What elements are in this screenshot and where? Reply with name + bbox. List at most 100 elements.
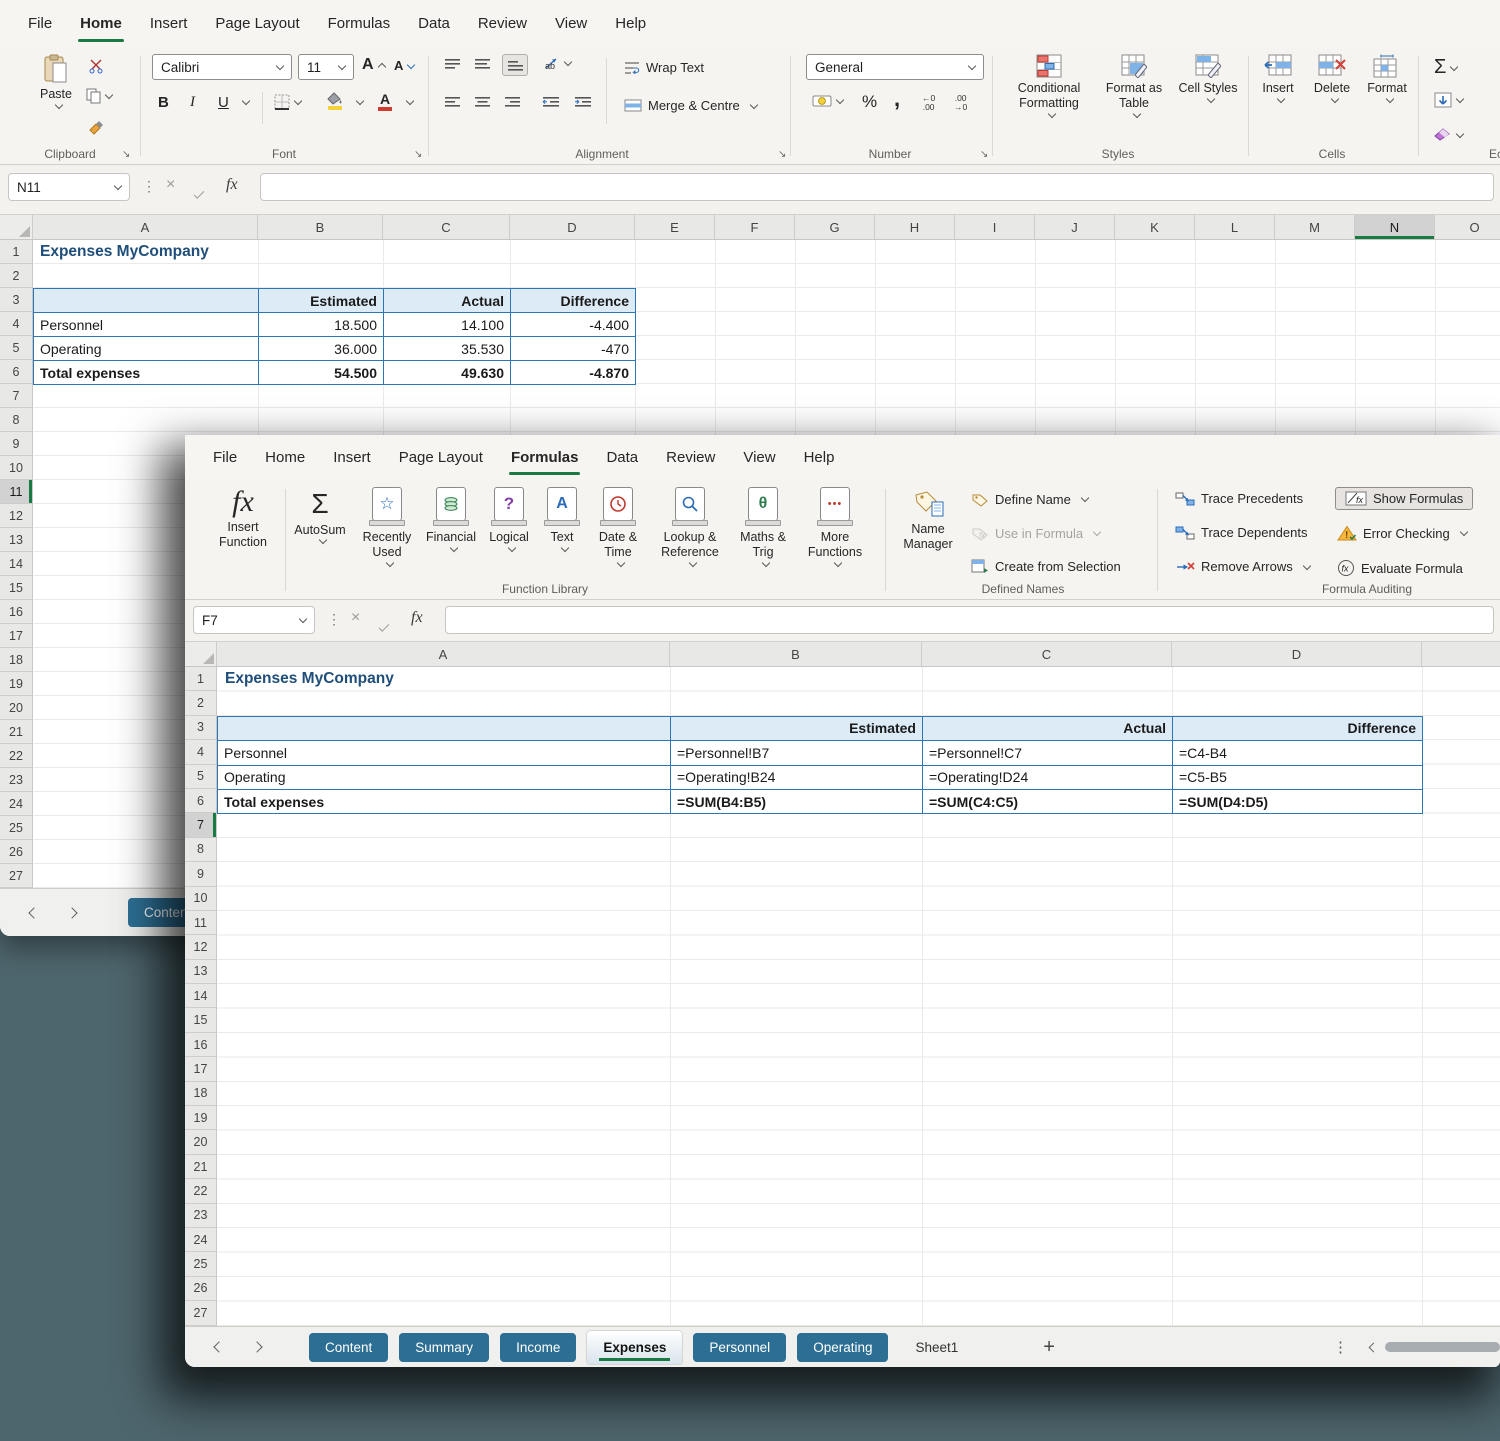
row-header-14[interactable]: 14	[185, 984, 217, 1008]
table-cell[interactable]: Operating	[218, 766, 671, 790]
previous-sheet-arrow[interactable]	[28, 907, 39, 918]
row-header-4[interactable]: 4	[0, 312, 33, 336]
table-cell[interactable]: 36.000	[259, 337, 384, 361]
trace-precedents-button[interactable]: Trace Precedents	[1175, 491, 1303, 506]
row-header-19[interactable]: 19	[0, 672, 33, 696]
font-name-combo[interactable]: Calibri	[152, 54, 292, 80]
bg-menu-help[interactable]: Help	[601, 0, 660, 46]
font-size-combo[interactable]: 11	[298, 54, 354, 80]
sheet-tab-summary[interactable]: Summary	[399, 1333, 489, 1362]
row-header-12[interactable]: 12	[185, 935, 217, 959]
column-header-G[interactable]: G	[795, 215, 875, 239]
fg-grid[interactable]: 1234567891011121314151617181920212223242…	[185, 667, 1500, 1326]
table-header-estimated[interactable]: Estimated	[671, 717, 923, 741]
new-sheet-button[interactable]: +	[1043, 1336, 1055, 1359]
row-header-22[interactable]: 22	[185, 1179, 217, 1203]
row-header-23[interactable]: 23	[185, 1204, 217, 1228]
row-header-8[interactable]: 8	[0, 408, 33, 432]
accounting-format-button[interactable]	[812, 94, 843, 108]
row-header-21[interactable]: 21	[0, 720, 33, 744]
align-bottom-button[interactable]	[502, 54, 528, 76]
bg-menu-page-layout[interactable]: Page Layout	[201, 0, 313, 46]
bg-menu-insert[interactable]: Insert	[136, 0, 202, 46]
row-header-10[interactable]: 10	[185, 887, 217, 911]
row-header-13[interactable]: 13	[185, 960, 217, 984]
row-header-6[interactable]: 6	[0, 360, 33, 384]
fill-color-chevron[interactable]	[352, 98, 363, 106]
bg-name-box[interactable]: N11	[8, 173, 130, 201]
column-header-H[interactable]: H	[875, 215, 955, 239]
row-header-8[interactable]: 8	[185, 838, 217, 862]
row-header-16[interactable]: 16	[0, 600, 33, 624]
comma-style-button[interactable]: ,	[894, 86, 900, 112]
sheet-tab-personnel[interactable]: Personnel	[693, 1333, 786, 1362]
row-header-1[interactable]: 1	[0, 240, 33, 264]
maths-trig-button[interactable]: θ Maths & Trig	[733, 487, 793, 568]
enter-icon[interactable]	[194, 183, 204, 201]
row-header-5[interactable]: 5	[185, 765, 217, 789]
previous-sheet-arrow[interactable]	[213, 1341, 224, 1352]
align-left-button[interactable]	[444, 96, 461, 107]
cancel-icon[interactable]: ×	[351, 609, 360, 627]
recently-used-button[interactable]: ☆ Recently Used	[355, 487, 419, 568]
row-header-7[interactable]: 7	[185, 813, 217, 837]
insert-function-button[interactable]: fx Insert Function	[213, 487, 273, 550]
row-header-2[interactable]: 2	[185, 691, 217, 715]
next-sheet-arrow[interactable]	[66, 907, 77, 918]
table-cell-total[interactable]: -4.870	[511, 360, 636, 385]
column-header-C[interactable]: C	[922, 642, 1172, 666]
decrease-decimal-button[interactable]: .00→0	[954, 94, 967, 113]
table-header-estimated[interactable]: Estimated	[259, 289, 384, 313]
fg-name-box[interactable]: F7	[193, 606, 315, 634]
row-header-17[interactable]: 17	[185, 1057, 217, 1081]
column-header-N-selected[interactable]: N	[1355, 215, 1435, 239]
select-all-corner[interactable]	[185, 642, 217, 666]
fg-menu-file[interactable]: File	[199, 435, 251, 479]
row-header-20[interactable]: 20	[185, 1130, 217, 1154]
table-header-blank[interactable]	[218, 717, 671, 741]
cut-button[interactable]	[88, 58, 104, 74]
evaluate-formula-button[interactable]: fx Evaluate Formula	[1337, 559, 1463, 577]
fg-formula-input[interactable]	[445, 606, 1494, 634]
align-right-button[interactable]	[504, 96, 521, 107]
bg-menu-formulas[interactable]: Formulas	[314, 0, 405, 46]
format-cells-button[interactable]: Format	[1360, 54, 1414, 104]
scroll-left-arrow[interactable]	[1369, 1342, 1379, 1352]
format-painter-button[interactable]	[88, 120, 104, 136]
column-header-A[interactable]: A	[217, 642, 670, 666]
column-header-I[interactable]: I	[955, 215, 1035, 239]
row-header-20[interactable]: 20	[0, 696, 33, 720]
row-header-24[interactable]: 24	[0, 792, 33, 816]
clear-button[interactable]	[1434, 128, 1463, 142]
formula-cell-total[interactable]: =SUM(D4:D5)	[1173, 789, 1423, 814]
orientation-button[interactable]: ab	[544, 56, 571, 70]
paste-button[interactable]: Paste	[28, 54, 84, 110]
column-header-A[interactable]: A	[33, 215, 258, 239]
row-header-27[interactable]: 27	[185, 1301, 217, 1325]
enter-icon[interactable]	[379, 616, 389, 634]
alignment-dialog-launcher[interactable]: ↘	[778, 149, 786, 160]
column-header-J[interactable]: J	[1035, 215, 1115, 239]
bg-menu-file[interactable]: File	[14, 0, 66, 46]
italic-button[interactable]: I	[190, 94, 195, 111]
select-all-corner[interactable]	[0, 215, 33, 239]
fg-menu-page-layout[interactable]: Page Layout	[385, 435, 497, 479]
bg-menu-home[interactable]: Home	[66, 0, 136, 46]
table-cell-total[interactable]: Total expenses	[218, 789, 671, 814]
next-sheet-arrow[interactable]	[251, 1341, 262, 1352]
autosum-button[interactable]: Σ	[1434, 56, 1457, 79]
row-header-6[interactable]: 6	[185, 789, 217, 813]
increase-indent-button[interactable]	[574, 96, 592, 107]
sheet-tab-income[interactable]: Income	[500, 1333, 576, 1362]
formula-cell[interactable]: =Personnel!C7	[923, 741, 1173, 765]
row-header-21[interactable]: 21	[185, 1155, 217, 1179]
decrease-font-size-button[interactable]: A	[394, 58, 414, 73]
date-time-button[interactable]: Date & Time	[589, 487, 647, 568]
number-format-combo[interactable]: General	[806, 54, 984, 80]
table-cell[interactable]: Operating	[34, 337, 259, 361]
borders-button[interactable]	[274, 94, 301, 110]
table-header-difference[interactable]: Difference	[1173, 717, 1423, 741]
row-header-5[interactable]: 5	[0, 336, 33, 360]
lookup-reference-button[interactable]: Lookup & Reference	[651, 487, 729, 568]
row-header-19[interactable]: 19	[185, 1106, 217, 1130]
